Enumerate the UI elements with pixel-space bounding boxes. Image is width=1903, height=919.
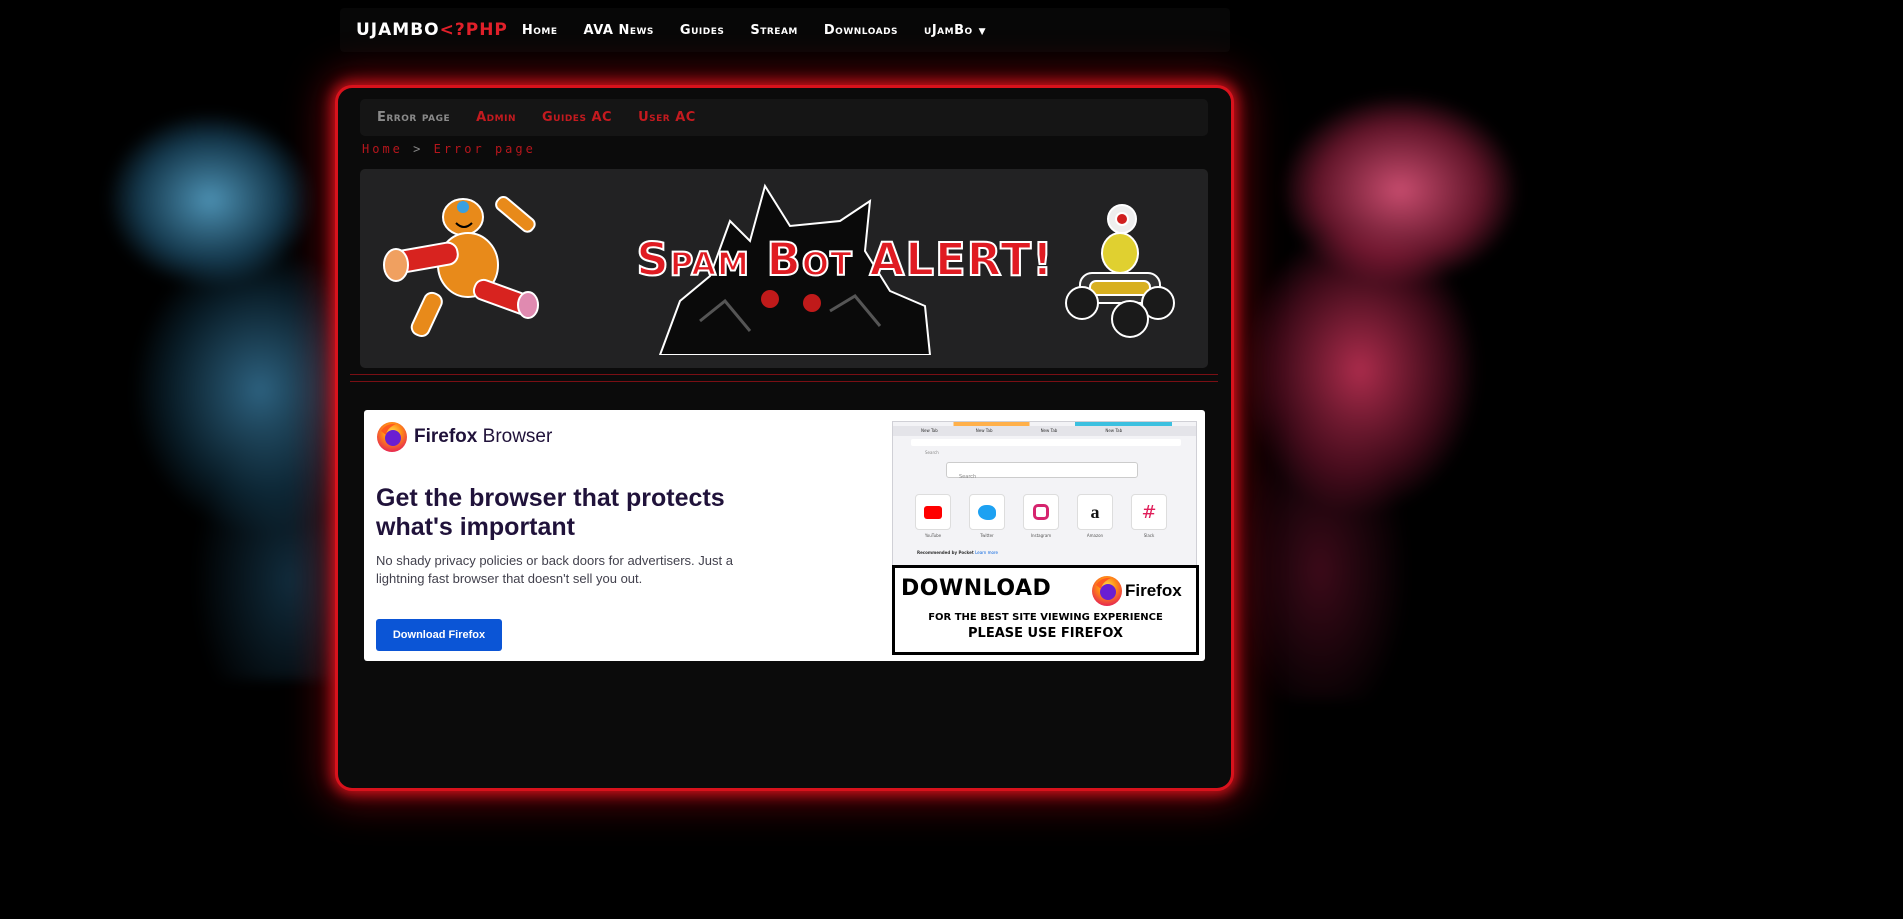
blue-smoke-background xyxy=(30,60,360,680)
download-line-1: FOR THE BEST SITE VIEWING EXPERIENCE xyxy=(928,612,1163,623)
amazon-icon: a xyxy=(1077,494,1113,530)
caret-down-icon: ▼ xyxy=(978,26,987,37)
slack-icon: # xyxy=(1131,494,1167,530)
kart-robot-figure xyxy=(1065,204,1175,338)
download-firefox-box[interactable]: DOWNLOAD Firefox FOR THE BEST SITE VIEWI… xyxy=(892,565,1199,655)
nav-stream[interactable]: Stream xyxy=(750,23,798,38)
mock-tab-4: New Tab xyxy=(1105,428,1123,433)
breadcrumb-separator: > xyxy=(413,142,424,156)
nav-ujambo-label: uJamBo xyxy=(924,22,973,38)
pink-smoke-background xyxy=(1210,50,1540,700)
instagram-icon xyxy=(1033,504,1049,520)
firefox-logo-icon xyxy=(377,422,407,452)
nav-downloads[interactable]: Downloads xyxy=(824,23,898,38)
nav-ava-news[interactable]: AVA News xyxy=(584,23,654,38)
spam-bot-banner: Spam Bot ALERT! xyxy=(360,169,1208,368)
mock-shortcut-slack: # Slack xyxy=(1131,494,1167,538)
mock-tab-3: New Tab xyxy=(1040,428,1058,433)
mock-tab-2: New Tab xyxy=(975,428,993,433)
breadcrumb: Home > Error page xyxy=(362,142,536,156)
download-word: DOWNLOAD xyxy=(901,576,1052,601)
firefox-logo-icon-large xyxy=(1092,576,1122,606)
mock-shortcut-amazon: a Amazon xyxy=(1077,494,1113,538)
twitter-icon xyxy=(978,504,996,520)
subnav-user-ac[interactable]: User AC xyxy=(638,110,696,125)
nav-guides[interactable]: Guides xyxy=(680,23,724,38)
download-firefox-brand: Firefox xyxy=(1125,581,1182,600)
top-navbar: UJAMBO<?PHP Home AVA News Guides Stream … xyxy=(340,8,1230,52)
firefox-ad[interactable]: Firefox Browser Get the browser that pro… xyxy=(364,410,1205,661)
mock-shortcuts: YouTube Twitter Instagram a Amazon # Sla… xyxy=(915,494,1167,538)
subnav-guides-ac[interactable]: Guides AC xyxy=(542,110,612,125)
mock-shortcut-instagram: Instagram xyxy=(1023,494,1059,538)
mock-shortcut-youtube: YouTube xyxy=(915,494,951,538)
sub-navbar: Error page Admin Guides AC User AC xyxy=(360,99,1208,136)
nav-ujambo-dropdown[interactable]: uJamBo ▼ xyxy=(924,23,986,38)
mock-shortcut-twitter: Twitter xyxy=(969,494,1005,538)
mock-address-placeholder: Search xyxy=(925,450,939,455)
brand-main: UJAMBO xyxy=(356,20,440,40)
mock-search-placeholder: Search xyxy=(959,474,977,480)
subnav-admin[interactable]: Admin xyxy=(476,110,516,125)
mock-search-box: Search xyxy=(946,462,1138,480)
youtube-icon xyxy=(924,505,942,519)
breadcrumb-current: Error page xyxy=(433,142,536,156)
nav-home[interactable]: Home xyxy=(522,23,558,38)
main-content-card: Error page Admin Guides AC User AC Home … xyxy=(338,88,1231,788)
download-line-2: PLEASE USE FIREFOX xyxy=(968,626,1123,641)
mock-pocket-heading: Recommended by Pocket Learn more xyxy=(917,550,998,555)
ad-body-text: No shady privacy policies or back doors … xyxy=(376,553,733,586)
banner-title: Spam Bot ALERT! xyxy=(635,232,1054,287)
mock-tab-bar: New Tab New Tab New Tab New Tab xyxy=(893,426,1196,436)
site-logo[interactable]: UJAMBO<?PHP xyxy=(356,20,508,40)
ad-headline: Get the browser that protects what's imp… xyxy=(376,484,725,541)
breadcrumb-home[interactable]: Home xyxy=(362,142,403,156)
section-divider xyxy=(350,374,1218,382)
mock-address-bar: Search xyxy=(911,439,1181,455)
mock-tab-1: New Tab xyxy=(921,428,938,433)
nav-links: Home AVA News Guides Stream Downloads uJ… xyxy=(522,23,1012,38)
orange-animatronic-figure xyxy=(383,195,539,338)
download-firefox-button[interactable]: Download Firefox xyxy=(376,619,502,651)
subnav-error-page[interactable]: Error page xyxy=(377,110,450,125)
brand-accent: <?PHP xyxy=(439,20,508,40)
firefox-brand-name: Firefox Browser xyxy=(414,426,553,447)
firefox-brand: Firefox Browser xyxy=(376,421,552,453)
